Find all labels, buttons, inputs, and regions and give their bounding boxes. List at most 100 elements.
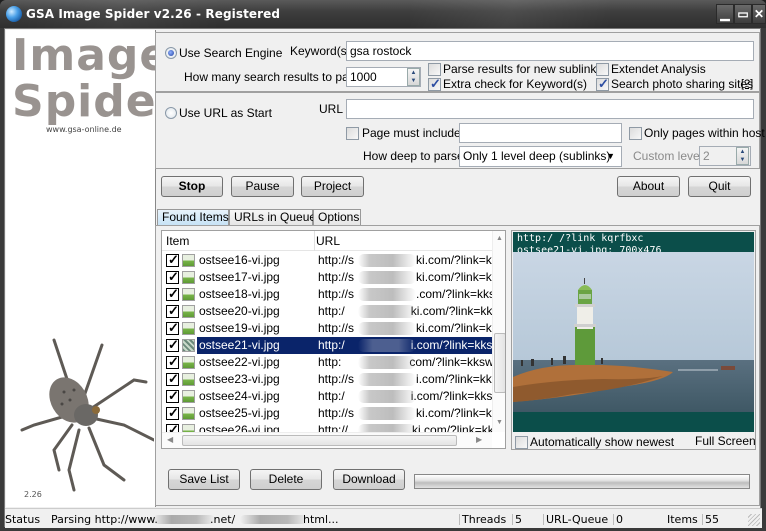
title-sheen [410,0,610,28]
item-url-suffix: ki.com/?link=kkswr [416,406,492,420]
item-checkbox[interactable] [166,303,179,319]
depth-select-value: Only 1 level deep (sublinks) [463,149,611,163]
page-must-include-input[interactable] [459,123,622,143]
page-must-include-label[interactable]: Page must include [362,126,461,140]
use-url-start-radio[interactable] [165,107,177,119]
column-header-url[interactable]: URL [316,234,340,248]
download-button[interactable]: Download [333,469,405,490]
redacted-url-part [358,407,416,420]
column-separator[interactable] [314,231,315,251]
results-count-spinner[interactable]: ▲ ▼ [407,68,420,86]
scroll-thumb[interactable] [182,435,457,446]
resize-grip[interactable] [748,514,760,526]
list-item[interactable]: ostsee25-vi.jpg http://s ki.com/?link=kksw… [162,405,492,422]
custom-level-spinner[interactable]: ▲ ▼ [736,147,749,165]
item-checkbox[interactable] [166,320,179,336]
auto-show-newest-checkbox[interactable] [515,436,528,449]
image-file-icon [182,271,195,284]
keywords-input[interactable]: gsa rostock [346,41,754,61]
help-link[interactable]: [?] [741,78,753,90]
minimize-button[interactable]: ▁ [716,4,734,24]
item-checkbox[interactable] [166,354,179,370]
item-filename: ostsee16-vi.jpg [199,253,280,267]
use-search-engine-radio[interactable] [165,47,177,59]
auto-show-newest-label[interactable]: Automatically show newest [530,435,674,449]
parse-sublinks-checkbox[interactable] [428,63,441,76]
full-screen-link[interactable]: Full Screen [695,434,756,448]
preview-image[interactable]: http:/ /?link kqrfbxc ostsee21-vi.jpg: 7… [513,232,754,432]
redacted-path [240,515,308,524]
scroll-thumb[interactable] [494,333,505,393]
url-input[interactable] [346,99,754,119]
delete-button[interactable]: Delete [250,469,322,490]
title-bar[interactable]: GSA Image Spider v2.26 - Registered ▁ ▭ … [0,0,766,28]
item-filename: ostsee20-vi.jpg [199,304,280,318]
item-filename: ostsee19-vi.jpg [199,321,280,335]
list-item[interactable]: ostsee19-vi.jpg http://s ki.com/?link=kksw… [162,320,492,337]
photo-sharing-label[interactable]: Search photo sharing sites [611,77,753,91]
item-checkbox[interactable] [166,337,179,353]
parse-sublinks-label[interactable]: Parse results for new sublinks [443,62,602,76]
quit-button[interactable]: Quit [688,176,751,197]
chevron-down-icon: ▼ [606,151,615,161]
item-checkbox[interactable] [166,252,179,268]
about-button[interactable]: About [617,176,680,197]
list-item[interactable]: ostsee17-vi.jpg http://s ki.com/?link=kksw… [162,269,492,286]
item-checkbox[interactable] [166,286,179,302]
list-item[interactable]: ostsee18-vi.jpg http://s .com/?link=kkswr [162,286,492,303]
status-separator [459,514,460,525]
item-checkbox[interactable] [166,269,179,285]
tab-found-items[interactable]: Found Items [157,209,229,226]
save-list-button[interactable]: Save List [168,469,240,490]
only-within-host-checkbox[interactable] [629,127,642,140]
item-checkbox[interactable] [166,371,179,387]
item-url-prefix: http:/ [318,304,345,318]
image-file-icon [182,390,195,403]
scroll-up-arrow-icon[interactable]: ▲ [496,235,503,242]
item-checkbox[interactable] [166,405,179,421]
page-must-include-checkbox[interactable] [346,127,359,140]
list-item[interactable]: ostsee21-vi.jpg http:/ i.com/?link=kkswr [162,337,492,354]
list-vertical-scrollbar[interactable]: ▲ ▼ [492,231,505,432]
project-button[interactable]: Project [301,176,364,197]
list-header: Item URL [162,231,492,251]
list-item[interactable]: ostsee22-vi.jpg http: com/?link=kkswr [162,354,492,371]
items-value: 55 [705,513,719,526]
close-button[interactable]: ✕ [752,4,766,24]
list-horizontal-scrollbar[interactable]: ◀ ▶ [162,432,492,448]
list-item[interactable]: ostsee24-vi.jpg http:/ i.com/?link=kkswr [162,388,492,405]
only-within-host-label[interactable]: Only pages within host [644,126,765,140]
item-url-suffix: ki.com/?link=kkswr [416,321,492,335]
redacted-url-part [358,271,416,284]
scroll-down-arrow-icon[interactable]: ▼ [496,419,503,426]
column-header-item[interactable]: Item [166,234,189,248]
tab-urls-in-queue[interactable]: URLs in Queue [229,209,316,226]
stop-button[interactable]: Stop [161,176,223,197]
found-items-panel: Item URL ostsee16-vi.jpg http://s ki.com/?… [155,225,760,506]
redacted-url-part [358,356,416,369]
list-item[interactable]: ostsee20-vi.jpg http:/ ki.com/?link=kkswr [162,303,492,320]
item-url-prefix: http://s [318,270,355,284]
depth-select[interactable]: Only 1 level deep (sublinks) ▼ [459,146,622,167]
depth-label: How deep to parse [363,149,464,163]
maximize-button[interactable]: ▭ [734,4,752,24]
extended-analysis-checkbox[interactable] [596,63,609,76]
item-url-prefix: http: [318,355,342,369]
use-url-start-label[interactable]: Use URL as Start [179,106,272,120]
image-file-icon [182,254,195,267]
pause-button[interactable]: Pause [231,176,294,197]
list-item[interactable]: ostsee23-vi.jpg http://s i.com/?link=kkswr [162,371,492,388]
item-filename: ostsee24-vi.jpg [199,389,280,403]
found-items-list[interactable]: Item URL ostsee16-vi.jpg http://s ki.com/?… [161,230,506,449]
scroll-left-arrow-icon[interactable]: ◀ [167,435,173,444]
extended-analysis-label[interactable]: Extendet Analysis [611,62,706,76]
item-url-prefix: http://s [318,253,355,267]
item-checkbox[interactable] [166,388,179,404]
extra-check-keywords-label[interactable]: Extra check for Keyword(s) [443,77,587,91]
photo-sharing-checkbox[interactable] [596,76,609,92]
list-item[interactable]: ostsee16-vi.jpg http://s ki.com/?link=kksw… [162,252,492,269]
use-search-engine-label[interactable]: Use Search Engine [179,46,282,60]
extra-check-keywords-checkbox[interactable] [428,76,441,92]
tab-options[interactable]: Options [313,209,361,226]
scroll-right-arrow-icon[interactable]: ▶ [476,435,482,444]
